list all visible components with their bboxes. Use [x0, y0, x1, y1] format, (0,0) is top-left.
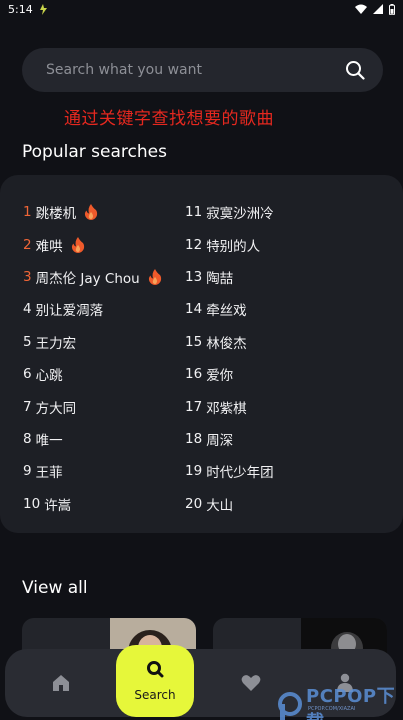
- popular-search-label: 别让爱凋落: [35, 303, 104, 320]
- popular-search-item[interactable]: 12 特别的人: [185, 228, 274, 260]
- popular-search-item[interactable]: 9 王菲: [23, 455, 162, 487]
- watermark-logo-icon: [278, 691, 304, 720]
- search-bar[interactable]: Search what you want: [22, 48, 383, 92]
- popular-search-rank: 14: [185, 301, 203, 318]
- fire-icon: [84, 204, 98, 221]
- popular-search-rank: 20: [185, 495, 203, 512]
- popular-search-rank: 5: [23, 333, 32, 350]
- popular-search-label: 跳楼机: [35, 206, 77, 223]
- popular-searches-title: Popular searches: [22, 142, 167, 162]
- notification-icon: [39, 3, 47, 15]
- status-time: 5:14: [8, 2, 33, 16]
- popular-search-rank: 15: [185, 333, 203, 350]
- popular-column-right: 11 寂寞沙洲冷 12 特别的人 13 陶喆 14 牵丝戏 15 林俊杰 16 爱你 17 邓紫棋 18 周深…: [185, 196, 274, 520]
- popular-column-left: 1 跳楼机 2 难哄 3 周杰伦 Jay Chou 4 别让爱凋落 5 王力宏 6 心跳 7 方大同 8 唯一…: [23, 196, 162, 520]
- popular-search-label: 陶喆: [206, 270, 234, 287]
- popular-search-item[interactable]: 14 牵丝戏: [185, 293, 274, 325]
- popular-search-label: 周深: [206, 432, 234, 449]
- popular-search-item[interactable]: 19 时代少年团: [185, 455, 274, 487]
- popular-search-item[interactable]: 3 周杰伦 Jay Chou: [23, 261, 162, 293]
- popular-search-rank: 10: [23, 495, 41, 512]
- popular-search-label: 唯一: [35, 432, 63, 449]
- popular-search-label: 寂寞沙洲冷: [206, 206, 274, 223]
- popular-search-item[interactable]: 11 寂寞沙洲冷: [185, 196, 274, 228]
- caption-text: 通过关键字查找想要的歌曲: [64, 109, 274, 129]
- popular-search-rank: 1: [23, 204, 32, 221]
- search-tab[interactable]: Search: [116, 645, 194, 717]
- popular-search-item[interactable]: 20 大山: [185, 488, 274, 520]
- popular-search-item[interactable]: 13 陶喆: [185, 261, 274, 293]
- popular-search-rank: 16: [185, 366, 203, 383]
- popular-search-label: 特别的人: [206, 238, 261, 255]
- popular-search-item[interactable]: 5 王力宏: [23, 326, 162, 358]
- popular-search-item[interactable]: 16 爱你: [185, 358, 274, 390]
- battery-icon: [389, 3, 395, 15]
- popular-search-item[interactable]: 2 难哄: [23, 228, 162, 260]
- popular-search-item[interactable]: 7 方大同: [23, 390, 162, 422]
- search-icon: [146, 660, 164, 682]
- popular-search-rank: 17: [185, 398, 203, 415]
- watermark-subtext: PCPOP.COM/XIAZAI: [308, 706, 356, 712]
- popular-search-item[interactable]: 17 邓紫棋: [185, 390, 274, 422]
- popular-search-rank: 13: [185, 268, 203, 285]
- popular-search-rank: 6: [23, 366, 32, 383]
- popular-search-item[interactable]: 10 许嵩: [23, 488, 162, 520]
- search-tab-label: Search: [134, 688, 176, 702]
- popular-search-label: 大山: [206, 497, 234, 514]
- wifi-icon: [355, 4, 367, 14]
- popular-search-label: 心跳: [35, 368, 63, 385]
- popular-search-label: 难哄: [35, 238, 63, 255]
- popular-search-label: 林俊杰: [206, 335, 247, 352]
- popular-search-item[interactable]: 15 林俊杰: [185, 326, 274, 358]
- popular-search-rank: 12: [185, 236, 203, 253]
- popular-search-item[interactable]: 6 心跳: [23, 358, 162, 390]
- popular-search-rank: 7: [23, 398, 32, 415]
- popular-search-label: 王力宏: [35, 335, 77, 352]
- popular-search-label: 方大同: [35, 400, 77, 417]
- popular-search-rank: 2: [23, 236, 32, 253]
- popular-search-item[interactable]: 8 唯一: [23, 423, 162, 455]
- status-bar: 5:14: [0, 0, 403, 18]
- popular-search-label: 牵丝戏: [206, 303, 247, 320]
- popular-search-rank: 19: [185, 463, 203, 480]
- popular-search-rank: 3: [23, 268, 32, 285]
- search-icon[interactable]: [345, 60, 365, 80]
- watermark: PCPOP下载 PCPOP.COM/XIAZAI: [278, 682, 403, 720]
- popular-search-item[interactable]: 18 周深: [185, 423, 274, 455]
- fire-icon: [71, 236, 85, 253]
- fire-icon: [148, 268, 162, 285]
- popular-search-label: 王菲: [35, 465, 63, 482]
- view-all-title[interactable]: View all: [22, 578, 88, 598]
- popular-search-label: 时代少年团: [206, 465, 274, 482]
- popular-searches-card: 1 跳楼机 2 难哄 3 周杰伦 Jay Chou 4 别让爱凋落 5 王力宏 6 心跳 7 方大同 8 唯一…: [0, 175, 403, 533]
- popular-search-rank: 9: [23, 463, 32, 480]
- watermark-text: PCPOP下载: [306, 686, 396, 720]
- popular-search-item[interactable]: 4 别让爱凋落: [23, 293, 162, 325]
- popular-search-rank: 8: [23, 430, 32, 447]
- popular-search-rank: 4: [23, 301, 32, 318]
- popular-search-label: 许嵩: [44, 497, 72, 514]
- popular-search-rank: 18: [185, 430, 203, 447]
- popular-search-label: 周杰伦 Jay Chou: [35, 270, 140, 287]
- popular-search-item[interactable]: 1 跳楼机: [23, 196, 162, 228]
- heart-icon[interactable]: [239, 671, 263, 695]
- signal-icon: [373, 4, 383, 14]
- popular-search-label: 邓紫棋: [206, 400, 247, 417]
- popular-search-rank: 11: [185, 204, 203, 221]
- popular-search-label: 爱你: [206, 368, 234, 385]
- home-icon[interactable]: [49, 671, 73, 695]
- search-input[interactable]: Search what you want: [46, 62, 202, 78]
